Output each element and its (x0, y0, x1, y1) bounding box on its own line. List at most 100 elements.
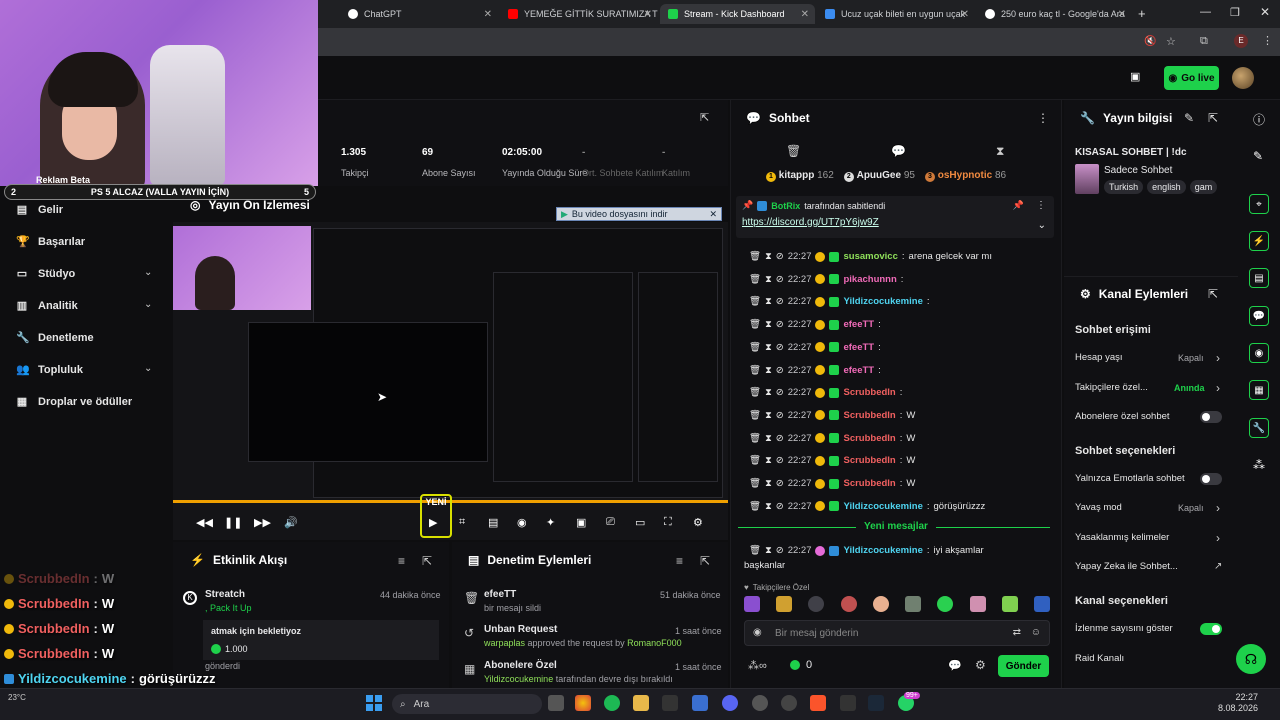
raid-channel-row[interactable]: Raid Kanalı (1075, 653, 1124, 664)
pinned-message[interactable]: 📌 BotRix tarafından sabitlendi https://d… (736, 196, 1054, 238)
timeout-icon[interactable]: ⧗ (765, 387, 772, 398)
translate-icon[interactable]: ⇄ (1013, 627, 1021, 638)
pencil-icon[interactable]: ✎ (1253, 149, 1263, 163)
chat-username[interactable]: efeeTT (843, 342, 874, 353)
top-chatter[interactable]: 2 ApuuGee 95 (843, 170, 915, 182)
emote-icon[interactable] (1033, 596, 1050, 612)
more-icon[interactable]: ⁂ (1253, 458, 1265, 472)
rail-document-icon[interactable]: ▤ (1249, 268, 1269, 288)
weather-widget[interactable]: 23°C (8, 693, 26, 702)
sidebar-item-moderation[interactable]: 🔧 Denetleme (16, 331, 94, 345)
chevron-down-icon[interactable]: ⌄ (144, 267, 152, 278)
activity-user[interactable]: Streatch (205, 589, 245, 600)
emote-icon[interactable] (872, 596, 889, 612)
forward-icon[interactable]: ▶▶ (254, 516, 271, 529)
show-viewer-count-toggle[interactable] (1200, 623, 1222, 635)
ban-icon[interactable]: ⊘ (776, 365, 784, 376)
maximize-button[interactable]: ❐ (1230, 6, 1240, 19)
chat-message[interactable]: 🗑 ⧗ ⊘ 22:27 ScrubbedIn: W (749, 455, 915, 466)
chevron-right-icon[interactable]: › (1216, 381, 1220, 395)
slow-mode-row[interactable]: Yavaş mod (1075, 502, 1122, 513)
go-live-button[interactable]: ◉ Go live (1164, 66, 1219, 90)
popout-icon[interactable]: ⇱ (1208, 287, 1218, 301)
help-button[interactable]: ☊ (1236, 644, 1266, 674)
crop-icon[interactable]: ⌗ (459, 516, 465, 529)
chat-username[interactable]: efeeTT (843, 365, 874, 376)
emote-icon[interactable] (776, 596, 793, 612)
followers-only-row[interactable]: Takipçilere özel... (1075, 382, 1148, 393)
chat-bubble-icon[interactable]: 💬 (948, 659, 962, 672)
chat-settings-icon[interactable]: ⚙ (975, 658, 986, 672)
emote-icon[interactable] (905, 596, 922, 612)
timeout-icon[interactable]: ⧗ (765, 365, 772, 376)
filter-icon[interactable]: ≡ (398, 554, 405, 568)
profile-icon[interactable]: E (1234, 34, 1248, 48)
fullscreen-icon[interactable]: ⛶ (664, 516, 672, 529)
timeout-icon[interactable]: ⧗ (765, 319, 772, 330)
trash-icon[interactable]: 🗑 (749, 274, 761, 285)
chevron-right-icon[interactable]: › (1216, 501, 1220, 515)
trash-icon[interactable]: 🗑 (749, 455, 761, 466)
chat-message[interactable]: 🗑 ⧗ ⊘ 22:27 susamovicc: arena gelcek var mı (749, 251, 992, 262)
chat-message[interactable]: 🗑 ⧗ ⊘ 22:27 Yildizcocukemine: (749, 296, 934, 307)
ai-chat-row[interactable]: Yapay Zeka ile Sohbet... (1075, 561, 1178, 572)
minimize-button[interactable]: — (1200, 6, 1211, 18)
new-tab-button[interactable]: + (1138, 6, 1146, 21)
timeout-icon[interactable]: ⧗ (765, 274, 772, 285)
banned-words-row[interactable]: Yasaklanmış kelimeler (1075, 532, 1169, 543)
trash-icon[interactable]: 🗑 (749, 545, 761, 556)
chat-message[interactable]: 🗑 ⧗ ⊘ 22:27 efeeTT: (749, 342, 885, 353)
edit-icon[interactable]: ✎ (1184, 111, 1194, 125)
close-tab-icon[interactable]: ✕ (1118, 9, 1126, 20)
taskbar-clock[interactable]: 22:27 8.08.2026 (1218, 692, 1258, 714)
avatar[interactable] (1232, 67, 1254, 89)
tab-chatgpt[interactable]: ChatGPT ✕ (340, 4, 498, 24)
bookmark-star-icon[interactable]: ☆ (1166, 35, 1176, 48)
timeout-icon[interactable]: ⧗ (765, 501, 772, 512)
ban-icon[interactable]: ⊘ (776, 342, 784, 353)
chrome-icon[interactable] (575, 695, 591, 711)
brave-icon[interactable] (810, 695, 826, 711)
steam-icon[interactable] (868, 695, 884, 711)
timeout-icon[interactable]: ⧗ (765, 478, 772, 489)
chat-username[interactable]: pikachunnn (843, 274, 896, 285)
app-icon[interactable] (781, 695, 797, 711)
chat-message[interactable]: 🗑 ⧗ ⊘ 22:27 Yildizcocukemine: iyi akşamlar (749, 545, 984, 556)
ban-icon[interactable]: ⊘ (776, 296, 784, 307)
theater-icon[interactable]: ▣ (1130, 70, 1140, 83)
volume-icon[interactable]: 🔊 (284, 516, 298, 529)
close-tab-icon[interactable]: ✕ (484, 9, 492, 20)
emote-icon[interactable] (937, 596, 954, 612)
mute-icon[interactable]: 🔇 (1144, 36, 1156, 47)
emoji-icon[interactable]: ☺ (1031, 627, 1041, 638)
chat-message[interactable]: 🗑 ⧗ ⊘ 22:27 efeeTT: (749, 365, 885, 376)
stream-category[interactable]: Sadece Sohbet (1104, 165, 1172, 176)
trash-icon[interactable]: 🗑 (786, 144, 801, 158)
chat-message[interactable]: 🗑 ⧗ ⊘ 22:27 ScrubbedIn: (749, 387, 906, 398)
ban-icon[interactable]: ⊘ (776, 545, 784, 556)
ban-icon[interactable]: ⊘ (776, 251, 784, 262)
task-view-icon[interactable] (548, 695, 564, 711)
chevron-right-icon[interactable]: › (1216, 351, 1220, 365)
stream-preview[interactable]: ➤ (173, 222, 728, 540)
timeout-icon[interactable]: ⧗ (765, 251, 772, 262)
chat-username[interactable]: Yildizcocukemine (843, 501, 922, 512)
moderation-action[interactable]: Unban Request (484, 624, 557, 635)
chevron-down-icon[interactable]: ⌄ (144, 363, 152, 374)
unpin-icon[interactable]: 📌 (1013, 200, 1024, 211)
tab-kick-dashboard[interactable]: Stream - Kick Dashboard ✕ (660, 4, 815, 24)
sidebar-item-achievements[interactable]: 🏆 Başarılar (16, 235, 85, 249)
subtitles-icon[interactable]: ▭ (635, 516, 645, 529)
chat-username[interactable]: ScrubbedIn (843, 387, 895, 398)
external-link-icon[interactable]: ↗ (1214, 561, 1222, 572)
ban-icon[interactable]: ⊘ (776, 501, 784, 512)
chat-bubble-icon[interactable]: 💬 (891, 144, 906, 158)
filter-icon[interactable]: ≡ (676, 554, 683, 568)
chat-username[interactable]: ScrubbedIn (843, 433, 895, 444)
ban-icon[interactable]: ⊘ (776, 319, 784, 330)
rail-chat-icon[interactable]: 💬 (1249, 306, 1269, 326)
settings-gear-icon[interactable]: ⚙ (693, 516, 703, 529)
tag[interactable]: english (1147, 180, 1186, 194)
close-tab-icon[interactable]: ✕ (801, 9, 809, 20)
tab-flights[interactable]: Ucuz uçak bileti en uygun uçak ✕ (817, 4, 975, 24)
